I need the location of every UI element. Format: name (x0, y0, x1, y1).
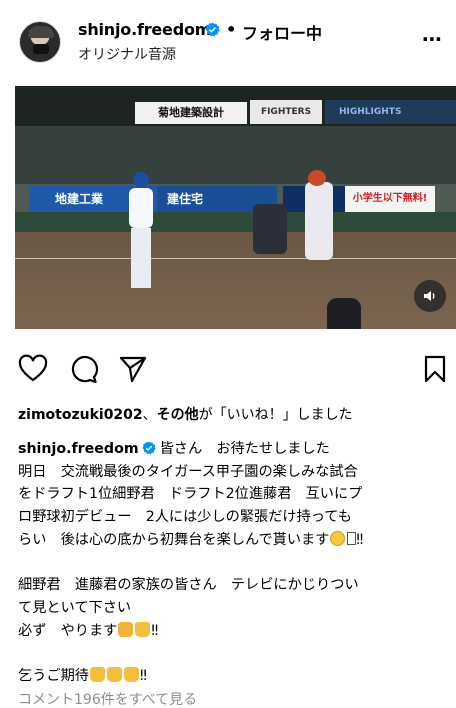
caption-username[interactable]: shinjo.freedom (18, 441, 139, 457)
caption-text: 乞うご期待 (18, 667, 89, 684)
caption-tail: ‼ (356, 531, 364, 548)
video-batter (305, 182, 333, 260)
caption-line: をドラフト1位細野君 ドラフト2位進藤君 互いにプ (18, 486, 363, 503)
avatar-mask (33, 44, 49, 54)
verified-badge-icon (142, 441, 156, 455)
post-video[interactable]: 菊地建築設計 FIGHTERS MIRU HIGHLIGHTS 地建工業 建住宅… (15, 86, 456, 329)
caption-line: らい 後は心の底から初舞台を楽しんで貰います ‼ (18, 529, 450, 552)
caption-line: 細野君 進藤君の家族の皆さん テレビにかじりつい (18, 577, 359, 594)
caption-text: 必ず やります (18, 622, 118, 639)
likes-others-link[interactable]: その他 (157, 407, 199, 423)
post-caption: shinjo.freedom 皆さん お待たせしました 明日 交流戦最後のタイガー… (18, 438, 450, 688)
audio-link[interactable]: オリジナル音源 (78, 44, 176, 64)
caption-tail: ‼ (139, 667, 147, 684)
video-outfield-wall (15, 212, 456, 232)
sound-icon (424, 291, 435, 301)
likes-suffix: が「いいね！」しました (198, 407, 353, 423)
header-separator: • (226, 20, 237, 39)
video-highlights-overlay: HIGHLIGHTS (325, 100, 456, 124)
video-foul-line (15, 258, 456, 259)
pitcher-body (129, 188, 153, 228)
caption-line: ロ野球初デビュー 2人には少しの緊張だけ持っても (18, 509, 352, 526)
comment-icon[interactable] (68, 354, 98, 384)
video-umpire (327, 298, 361, 329)
video-catcher (253, 204, 287, 254)
likes-summary: zimotozuki0202、その他が「いいね！」しました (18, 404, 353, 424)
video-banner-sign-1: 菊地建築設計 (135, 102, 247, 124)
post-actions-bar (0, 350, 456, 386)
thumbs-up-emoji-icon (89, 666, 105, 682)
verified-badge-icon (205, 22, 220, 37)
bookmark-icon[interactable] (420, 354, 450, 384)
liker-username[interactable]: zimotozuki0202 (18, 407, 143, 423)
caption-line: 乞うご期待 ‼ (18, 665, 450, 688)
video-pitcher (123, 170, 157, 290)
caption-text: らい 後は心の底から初舞台を楽しんで貰います (18, 531, 330, 548)
sound-toggle-button[interactable] (414, 280, 446, 312)
fist-emoji-icon (118, 621, 134, 637)
profile-avatar[interactable] (19, 21, 61, 63)
caption-line: shinjo.freedom 皆さん お待たせしました (18, 438, 450, 461)
more-options-icon[interactable]: ⋯ (422, 27, 443, 51)
avatar-hat (28, 26, 54, 38)
pitcher-cap (133, 172, 149, 188)
pitcher-legs (131, 228, 151, 288)
caption-text: 皆さん お待たせしました (159, 441, 330, 457)
video-ad-board-4: 小学生以下無料! (345, 186, 435, 212)
likes-separator: 、 (142, 407, 157, 423)
share-icon[interactable] (118, 354, 148, 384)
heart-icon[interactable] (18, 354, 48, 384)
thumbs-up-emoji-icon (135, 621, 151, 637)
video-upper-wall (15, 126, 456, 184)
thumbs-up-emoji-icon (123, 666, 139, 682)
view-all-comments-link[interactable]: コメント196件をすべて見る (18, 689, 197, 708)
video-field (15, 232, 456, 329)
post-header: shinjo.freedom • フォロー中 オリジナル音源 ⋯ (0, 0, 456, 86)
caption-line: て見といて下さい (18, 599, 132, 616)
grinning-face-emoji-icon (330, 530, 346, 546)
video-batter-helmet (308, 170, 326, 186)
caption-tail: ‼ (151, 622, 159, 639)
video-banner-sign-2: FIGHTERS MIRU (250, 100, 322, 141)
thumbs-up-emoji-icon (106, 666, 122, 682)
following-button[interactable]: フォロー中 (242, 20, 322, 44)
username-link[interactable]: shinjo.freedom (78, 20, 211, 39)
caption-line: 必ず やります ‼ (18, 620, 450, 643)
caption-line: 明日 交流戦最後のタイガース甲子園の楽しみな試合 (18, 463, 358, 480)
